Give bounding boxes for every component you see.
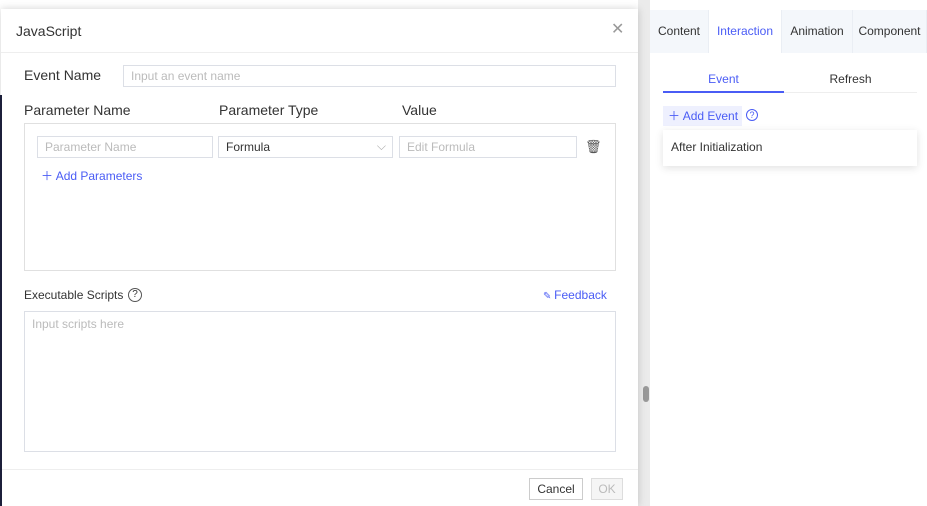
tab-component[interactable]: Component	[853, 10, 927, 53]
add-event-label: Add Event	[682, 109, 739, 123]
close-icon[interactable]: ✕	[611, 19, 624, 39]
parameter-type-value: Formula	[226, 140, 271, 154]
parameter-type-select[interactable]: Formula ⌵	[218, 136, 393, 158]
feedback-link[interactable]: ✎ Feedback	[543, 288, 607, 302]
subtab-refresh[interactable]: Refresh	[784, 65, 917, 93]
scripts-textarea[interactable]: Input scripts here	[24, 311, 616, 452]
add-event-button[interactable]: ＋ Add Event	[663, 106, 742, 126]
edit-icon: ✎	[543, 291, 555, 302]
divider	[1, 52, 638, 53]
dialog-title: JavaScript	[16, 23, 82, 39]
help-icon[interactable]: ?	[128, 288, 142, 302]
column-value: Value	[402, 102, 437, 118]
subtab-event[interactable]: Event	[663, 65, 784, 93]
trash-icon[interactable]: 🗑	[585, 139, 602, 155]
splitter-handle[interactable]	[643, 386, 649, 402]
event-name-label: Event Name	[24, 67, 102, 83]
tab-content[interactable]: Content	[650, 10, 709, 53]
feedback-label: Feedback	[554, 288, 607, 302]
properties-panel: Content Interaction Animation Component …	[650, 0, 927, 506]
formula-input[interactable]: Edit Formula	[399, 136, 577, 158]
scripts-label: Executable Scripts	[24, 288, 124, 302]
background-edge	[0, 95, 2, 506]
tab-interaction[interactable]: Interaction	[709, 10, 782, 53]
divider	[1, 469, 638, 470]
add-parameters-label: Add Parameters	[55, 169, 143, 183]
tab-animation[interactable]: Animation	[782, 10, 853, 53]
event-item[interactable]: After Initialization	[663, 130, 917, 166]
column-parameter-type: Parameter Type	[219, 102, 319, 118]
splitter[interactable]	[638, 0, 650, 506]
plus-icon: ＋	[668, 109, 683, 123]
javascript-dialog: JavaScript ✕ Event Name Input an event n…	[1, 9, 638, 506]
plus-icon: ＋	[41, 169, 56, 183]
chevron-down-icon: ⌵	[376, 139, 386, 153]
ok-button[interactable]: OK	[591, 478, 623, 500]
column-parameter-name: Parameter Name	[24, 102, 131, 118]
help-icon[interactable]: ?	[746, 109, 758, 121]
event-name-input[interactable]: Input an event name	[123, 65, 616, 87]
parameter-name-input[interactable]: Parameter Name	[37, 136, 213, 158]
add-parameters-link[interactable]: ＋ Add Parameters	[41, 167, 142, 184]
cancel-button[interactable]: Cancel	[529, 478, 583, 500]
